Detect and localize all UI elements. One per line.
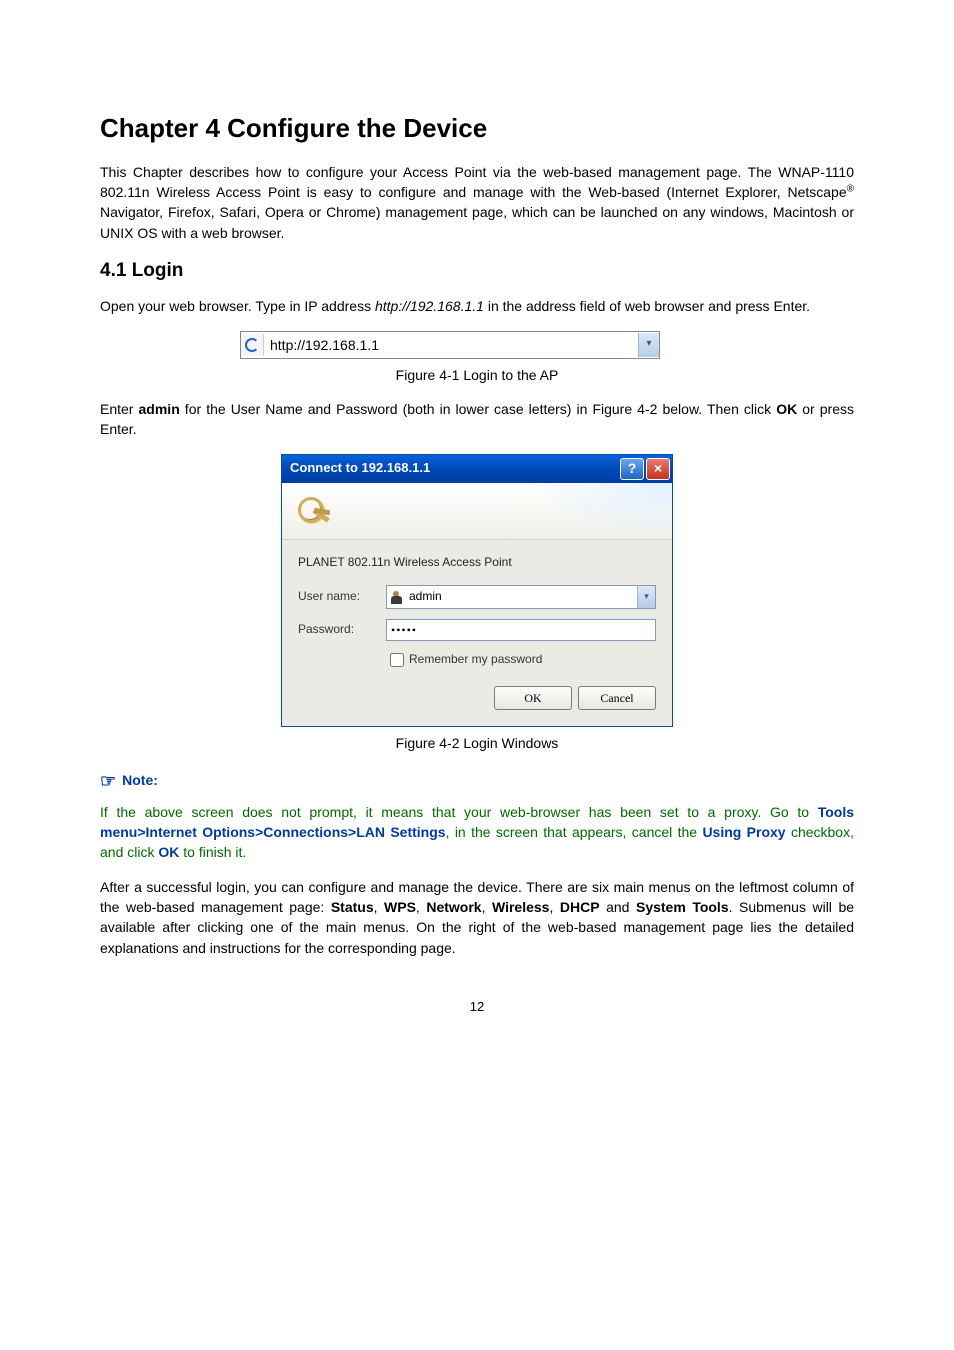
username-combobox[interactable]: admin ▾ (386, 585, 656, 609)
note-body: If the above screen does not prompt, it … (100, 802, 854, 863)
menu-wireless: Wireless (492, 899, 549, 915)
password-label: Password: (298, 621, 386, 638)
enter-a: Enter (100, 401, 139, 417)
enter-admin-text: Enter admin for the User Name and Passwo… (100, 399, 854, 440)
dialog-title: Connect to 192.168.1.1 (290, 459, 618, 478)
menu-system-tools: System Tools (636, 899, 729, 915)
username-value: admin (405, 586, 637, 608)
remember-password-label: Remember my password (409, 651, 542, 668)
section-4-1-p1: Open your web browser. Type in IP addres… (100, 296, 854, 316)
username-label: User name: (298, 588, 386, 605)
dialog-close-button[interactable]: × (646, 458, 670, 480)
note-heading-text: Note: (122, 771, 158, 787)
chapter-title: Chapter 4 Configure the Device (100, 110, 854, 148)
cancel-button[interactable]: Cancel (578, 686, 656, 710)
note-heading: ☞ Note: (100, 768, 854, 794)
after-login-text: After a successful login, you can config… (100, 877, 854, 958)
keys-icon (292, 491, 332, 531)
enter-admin: admin (139, 401, 180, 417)
menu-dhcp: DHCP (560, 899, 600, 915)
password-input[interactable] (386, 619, 656, 641)
note-ok: OK (158, 844, 179, 860)
remember-password-checkbox[interactable] (390, 653, 404, 667)
sep1: , (374, 899, 384, 915)
ok-button[interactable]: OK (494, 686, 572, 710)
note-using-proxy: Using Proxy (702, 824, 785, 840)
page-number: 12 (100, 998, 854, 1017)
figure-4-2-caption: Figure 4-2 Login Windows (100, 733, 854, 753)
menu-network: Network (426, 899, 481, 915)
section-4-1-p1b: in the address field of web browser and … (484, 298, 810, 314)
section-4-1-p1a: Open your web browser. Type in IP addres… (100, 298, 375, 314)
sep2: , (416, 899, 426, 915)
dialog-header-shine (532, 483, 672, 539)
section-4-1-title: 4.1 Login (100, 257, 854, 285)
enter-ok: OK (776, 401, 797, 417)
section-4-1-url: http://192.168.1.1 (375, 298, 484, 314)
user-icon (387, 586, 405, 608)
dialog-header-art (282, 483, 672, 540)
login-dialog: Connect to 192.168.1.1 ? × PLANET 802.11… (281, 454, 673, 728)
note-a: If the above screen does not prompt, it … (100, 804, 818, 820)
enter-b: for the User Name and Password (both in … (180, 401, 776, 417)
address-dropdown-button[interactable]: ▾ (638, 333, 659, 357)
dialog-subtitle: PLANET 802.11n Wireless Access Point (298, 554, 656, 571)
figure-4-1-caption: Figure 4-1 Login to the AP (100, 365, 854, 385)
address-bar-text: http://192.168.1.1 (264, 335, 638, 355)
note-b: , in the screen that appears, cancel the (446, 824, 703, 840)
menu-wps: WPS (384, 899, 416, 915)
address-bar[interactable]: http://192.168.1.1 ▾ (240, 331, 660, 359)
dialog-titlebar: Connect to 192.168.1.1 ? × (282, 455, 672, 483)
chapter-intro-2: Navigator, Firefox, Safari, Opera or Chr… (100, 204, 854, 240)
sep5: and (600, 899, 636, 915)
username-dropdown-button[interactable]: ▾ (637, 586, 655, 608)
ie-page-icon (241, 334, 264, 356)
sep3: , (482, 899, 492, 915)
sep4: , (549, 899, 559, 915)
note-d: to finish it. (179, 844, 246, 860)
hand-icon: ☞ (100, 771, 116, 791)
dialog-help-button[interactable]: ? (620, 458, 644, 480)
registered-mark: ® (847, 183, 854, 194)
menu-status: Status (331, 899, 374, 915)
chapter-intro: This Chapter describes how to configure … (100, 162, 854, 243)
chapter-intro-1: This Chapter describes how to configure … (100, 164, 854, 200)
